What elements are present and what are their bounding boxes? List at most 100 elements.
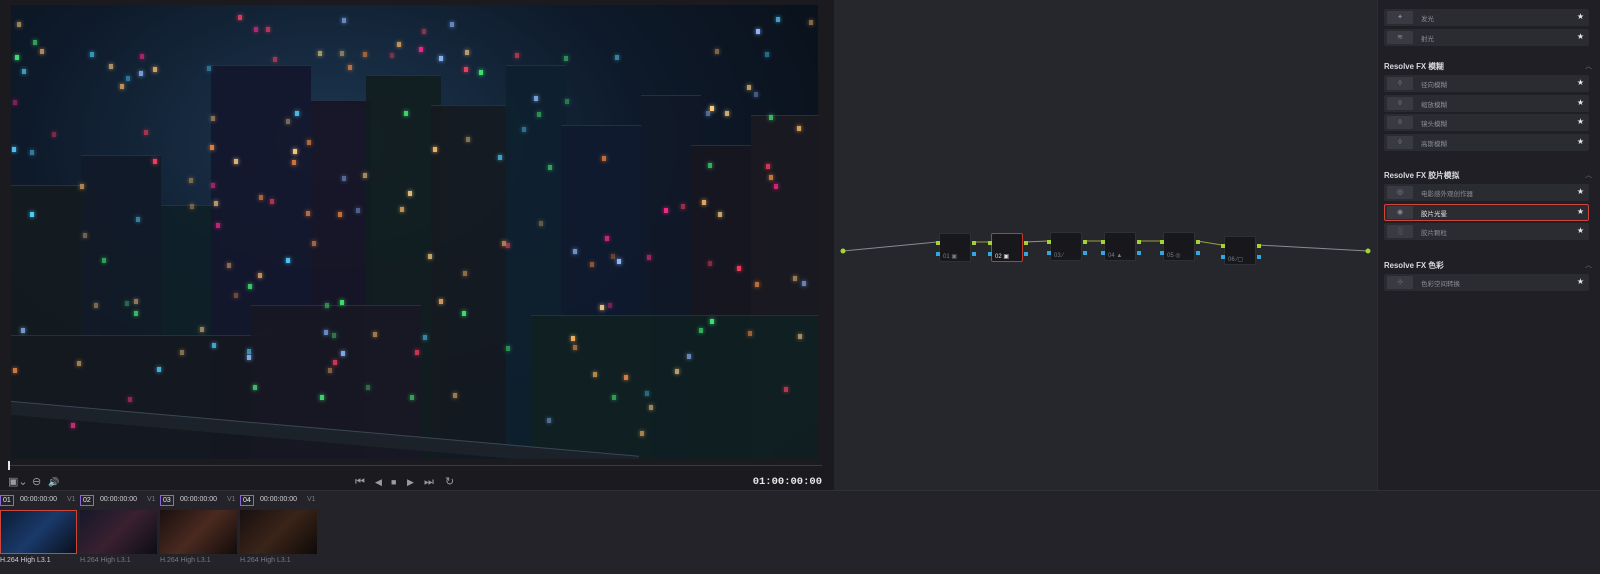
- volume-icon[interactable]: ⊖: [32, 475, 41, 489]
- clip-thumbnail-1[interactable]: 01 00:00:00:00 V1 H.264 High L3.1: [0, 491, 80, 574]
- node-output-key-port[interactable]: [1137, 251, 1141, 255]
- loop-icon[interactable]: ↻: [445, 475, 454, 489]
- speaker-icon[interactable]: 🔊: [48, 475, 59, 489]
- scene-window-light: [765, 52, 769, 57]
- clip-number-badge: 02: [80, 495, 94, 506]
- node-input-key-port[interactable]: [1047, 251, 1051, 255]
- node-output-port[interactable]: [1196, 240, 1200, 244]
- scene-window-light: [602, 156, 606, 161]
- scene-window-light: [247, 349, 251, 354]
- go-to-first-frame-icon[interactable]: ⏮: [355, 475, 365, 489]
- scene-window-light: [515, 53, 519, 58]
- collapse-chevron-icon[interactable]: ︿: [1585, 61, 1592, 71]
- scene-window-light: [748, 331, 752, 336]
- fx-item[interactable]: ✦ 发光 ★: [1384, 9, 1589, 26]
- clip-timecode: 00:00:00:00: [100, 496, 137, 503]
- node-input-key-port[interactable]: [1101, 251, 1105, 255]
- scene-window-light: [293, 149, 297, 154]
- clip-preview-image: [0, 510, 77, 554]
- color-node-1[interactable]: 01 ▣: [936, 233, 976, 262]
- scene-window-light: [318, 51, 322, 56]
- node-input-port[interactable]: [936, 241, 940, 245]
- viewer-mode-icon[interactable]: ▣⌄: [8, 475, 28, 489]
- node-output-key-port[interactable]: [1024, 252, 1028, 256]
- favorite-star-icon[interactable]: ★: [1577, 226, 1584, 235]
- clip-timecode: 00:00:00:00: [260, 496, 297, 503]
- favorite-star-icon[interactable]: ★: [1577, 78, 1584, 87]
- collapse-chevron-icon[interactable]: ︿: [1585, 170, 1592, 180]
- color-node-6[interactable]: 06 ⁄▢: [1221, 236, 1261, 265]
- video-frame[interactable]: [11, 5, 818, 459]
- node-input-port[interactable]: [1101, 240, 1105, 244]
- fx-item[interactable]: ◊ 镜头模糊 ★: [1384, 114, 1589, 131]
- scene-window-light: [338, 212, 342, 217]
- scene-window-light: [564, 56, 568, 61]
- favorite-star-icon[interactable]: ★: [1577, 277, 1584, 286]
- clip-thumbnail-4[interactable]: 04 00:00:00:00 V1 H.264 High L3.1: [240, 491, 320, 574]
- favorite-star-icon[interactable]: ★: [1577, 12, 1584, 21]
- node-input-key-port[interactable]: [1221, 255, 1225, 259]
- color-node-3[interactable]: 03 ⁄: [1047, 232, 1087, 261]
- scene-window-light: [687, 354, 691, 359]
- collapse-chevron-icon[interactable]: ︿: [1585, 260, 1592, 270]
- node-label: 06 ⁄▢: [1228, 257, 1244, 263]
- favorite-star-icon[interactable]: ★: [1577, 32, 1584, 41]
- node-input-port[interactable]: [1221, 244, 1225, 248]
- node-editor[interactable]: 01 ▣ 02 ▣ 03 ⁄ 04 ▲ 05 ◎ 06 ⁄▢: [834, 0, 1377, 490]
- node-input-key-port[interactable]: [988, 252, 992, 256]
- scrubber-track[interactable]: [8, 465, 822, 466]
- node-input-port[interactable]: [1160, 240, 1164, 244]
- favorite-star-icon[interactable]: ★: [1577, 98, 1584, 107]
- clip-thumbnail-2[interactable]: 02 00:00:00:00 V1 H.264 High L3.1: [80, 491, 160, 574]
- fx-section-header[interactable]: Resolve FX 色彩: [1384, 260, 1444, 271]
- fx-section-header[interactable]: Resolve FX 胶片模拟: [1384, 170, 1459, 181]
- output-dot[interactable]: [1365, 248, 1371, 254]
- color-node-5[interactable]: 05 ◎: [1160, 232, 1200, 261]
- color-node-2[interactable]: 02 ▣: [988, 233, 1028, 262]
- fx-item[interactable]: ◎ 电影感外观创作器 ★: [1384, 184, 1589, 201]
- scene-window-light: [408, 191, 412, 196]
- favorite-star-icon[interactable]: ★: [1577, 187, 1584, 196]
- fx-item[interactable]: ░ 胶片颗粒 ★: [1384, 223, 1589, 240]
- clip-thumbnail-3[interactable]: 03 00:00:00:00 V1 H.264 High L3.1: [160, 491, 240, 574]
- favorite-star-icon[interactable]: ★: [1577, 137, 1584, 146]
- fx-item[interactable]: ◊ 径向模糊 ★: [1384, 75, 1589, 92]
- node-input-key-port[interactable]: [936, 252, 940, 256]
- clip-preview-image: [240, 510, 317, 554]
- node-input-port[interactable]: [1047, 240, 1051, 244]
- node-output-port[interactable]: [1083, 240, 1087, 244]
- node-output-port[interactable]: [1024, 241, 1028, 245]
- node-output-key-port[interactable]: [972, 252, 976, 256]
- node-input-port[interactable]: [988, 241, 992, 245]
- source-input-dot[interactable]: [840, 248, 846, 254]
- go-to-last-frame-icon[interactable]: ⏭: [424, 475, 434, 489]
- favorite-star-icon[interactable]: ★: [1577, 117, 1584, 126]
- play-reverse-icon[interactable]: ◀: [375, 475, 382, 489]
- node-output-port[interactable]: [972, 241, 976, 245]
- scene-window-light: [453, 393, 457, 398]
- favorite-star-icon[interactable]: ★: [1577, 207, 1584, 216]
- fx-item-label: 发光: [1421, 16, 1434, 23]
- node-output-port[interactable]: [1257, 244, 1261, 248]
- fx-item[interactable]: ◊ 缩放模糊 ★: [1384, 94, 1589, 112]
- scene-window-light: [144, 130, 148, 135]
- play-icon[interactable]: ▶: [407, 475, 414, 489]
- node-output-key-port[interactable]: [1196, 251, 1200, 255]
- playhead[interactable]: [8, 461, 10, 470]
- node-output-port[interactable]: [1137, 240, 1141, 244]
- scene-window-light: [21, 328, 25, 333]
- stop-icon[interactable]: ■: [391, 475, 396, 489]
- fx-item[interactable]: ≋ 射光 ★: [1384, 28, 1589, 46]
- node-output-key-port[interactable]: [1083, 251, 1087, 255]
- color-node-4[interactable]: 04 ▲: [1101, 232, 1141, 261]
- scene-window-light: [212, 343, 216, 348]
- fx-item-label: 胶片颗粒: [1421, 230, 1447, 237]
- scene-window-light: [600, 305, 604, 310]
- scene-window-light: [180, 350, 184, 355]
- fx-item[interactable]: ⊹ 色彩空间转换 ★: [1384, 273, 1589, 291]
- node-input-key-port[interactable]: [1160, 251, 1164, 255]
- fx-item[interactable]: ◉ 胶片光晕 ★: [1384, 203, 1589, 221]
- fx-section-header[interactable]: Resolve FX 模糊: [1384, 61, 1444, 72]
- node-output-key-port[interactable]: [1257, 255, 1261, 259]
- fx-item[interactable]: ◊ 高斯模糊 ★: [1384, 133, 1589, 151]
